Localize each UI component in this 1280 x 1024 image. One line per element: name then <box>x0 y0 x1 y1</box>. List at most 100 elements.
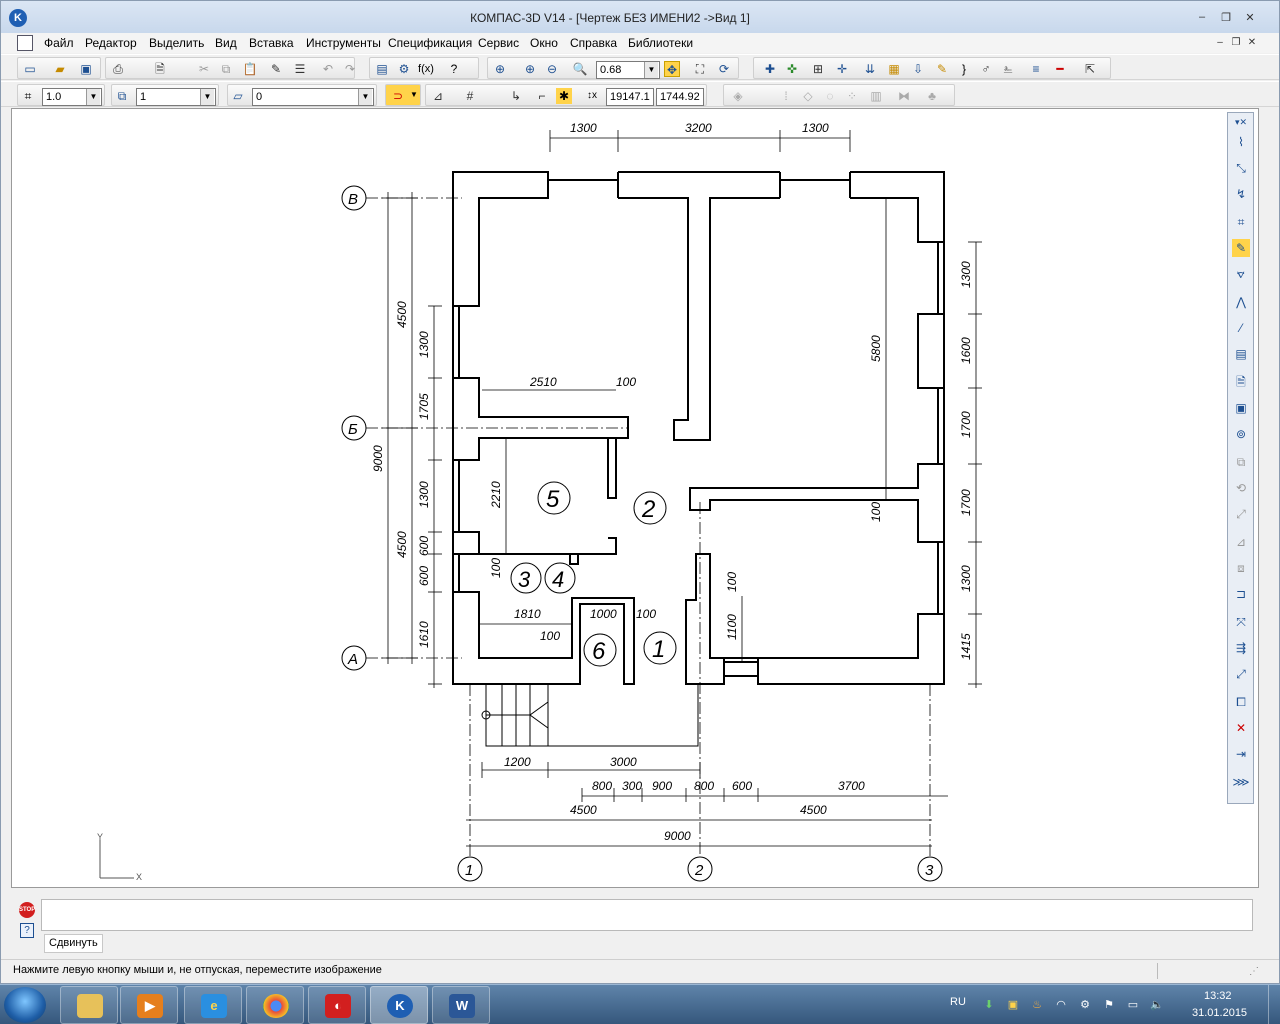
start-button[interactable] <box>4 987 46 1023</box>
insert-point-icon[interactable]: ✛ <box>834 61 850 77</box>
snap-icon[interactable]: ✜ <box>784 61 800 77</box>
properties-icon[interactable]: ☰ <box>292 61 308 77</box>
copy-icon[interactable]: ⧉ <box>218 61 234 77</box>
trim-icon[interactable]: ⤧ <box>1232 613 1250 631</box>
tray-network-status-icon[interactable]: ◠ <box>1054 998 1068 1012</box>
ortho-mode-icon[interactable]: ⌐ <box>534 88 550 104</box>
fragment-icon[interactable]: ⧉ <box>1232 453 1250 471</box>
stop-icon[interactable]: STOP <box>19 902 35 918</box>
line-style-icon[interactable]: ≡ <box>1028 61 1044 77</box>
cursor-y-field[interactable]: 1744.92 <box>656 88 704 106</box>
document-icon[interactable] <box>17 35 33 51</box>
undo-icon[interactable]: ↶ <box>320 61 336 77</box>
equidistant-icon[interactable]: ⧠ <box>1232 693 1250 711</box>
export-icon[interactable]: ⇱ <box>1082 61 1098 77</box>
grid-icon[interactable]: # <box>462 88 478 104</box>
doc-close-button[interactable]: ✕ <box>1245 37 1259 49</box>
menu-select[interactable]: Выделить <box>149 36 204 50</box>
taskbar-chrome[interactable] <box>246 986 304 1024</box>
zoom-dropdown[interactable]: ▼ <box>644 62 658 78</box>
magnet-icon[interactable]: ⊃ <box>390 88 406 104</box>
menu-tools[interactable]: Инструменты <box>306 36 381 50</box>
reports-panel-icon[interactable]: 🗎 <box>1232 373 1250 391</box>
show-all-icon[interactable]: ⛶ <box>692 61 708 77</box>
selection-panel-icon[interactable]: ⋀ <box>1232 293 1250 311</box>
geometry-panel-icon[interactable]: ⌇ <box>1232 133 1250 151</box>
help-icon[interactable]: ? <box>20 923 34 938</box>
break-icon[interactable]: ⇶ <box>1232 639 1250 657</box>
rough-icon[interactable]: ♂ <box>978 61 994 77</box>
leader-icon[interactable]: ⇊ <box>862 61 878 77</box>
notation-panel-icon[interactable]: ↯ <box>1232 185 1250 203</box>
magnet-dropdown-icon[interactable]: ▼ <box>410 90 418 99</box>
local-cs-icon[interactable]: ↳ <box>508 88 524 104</box>
taskbar-kompas[interactable]: K <box>370 986 428 1024</box>
show-desktop-button[interactable] <box>1268 985 1280 1024</box>
doc-restore-button[interactable]: ❐ <box>1229 37 1243 49</box>
menu-specification[interactable]: Спецификация <box>388 36 472 50</box>
bracket-icon[interactable]: } <box>956 61 972 77</box>
doc-minimize-button[interactable]: – <box>1213 37 1227 49</box>
ortho-icon[interactable]: ⊿ <box>430 88 446 104</box>
menu-view[interactable]: Вид <box>215 36 237 50</box>
refresh-icon[interactable]: ⟳ <box>716 61 732 77</box>
style-field[interactable]: 0 <box>252 88 374 106</box>
spec-panel-icon[interactable]: ▤ <box>1232 345 1250 363</box>
clock-date[interactable]: 31.01.2015 <box>1192 1007 1247 1019</box>
menu-file[interactable]: Файл <box>44 36 74 50</box>
parametrization-panel-icon[interactable]: ✎ <box>1232 239 1250 257</box>
flag-icon[interactable]: ⚑ <box>1102 998 1116 1012</box>
cursor-x-field[interactable]: 19147.1 <box>606 88 654 106</box>
language-indicator[interactable]: RU <box>950 996 966 1008</box>
pan-icon[interactable]: ✥ <box>664 61 680 77</box>
floor-plan-drawing[interactable]: В Б А 1 2 3 5 2 3 4 6 1 1300 3200 1300 4… <box>12 109 1260 889</box>
redo-icon[interactable]: ↷ <box>342 61 358 77</box>
tray-app-icon[interactable]: ▣ <box>1006 998 1020 1012</box>
round-icon[interactable]: ✱ <box>556 88 572 104</box>
style-dropdown[interactable]: ▼ <box>358 89 372 105</box>
minimize-button[interactable]: – <box>1193 11 1211 25</box>
menu-help[interactable]: Справка <box>570 36 617 50</box>
tray-update-icon[interactable]: ⚙ <box>1078 998 1092 1012</box>
stamp-icon[interactable]: ⎁ <box>1000 61 1016 77</box>
tray-flash-icon[interactable]: ♨ <box>1030 998 1044 1012</box>
save-icon[interactable]: ▣ <box>78 61 94 77</box>
dimensions-panel-icon[interactable]: ⤡ <box>1232 159 1250 177</box>
scale-dropdown[interactable]: ▼ <box>86 89 100 105</box>
volume-icon[interactable]: 🔈 <box>1150 998 1164 1012</box>
zoom-scale-icon[interactable]: 🔍 <box>572 61 588 77</box>
zoom-in-icon[interactable]: ⊕ <box>522 61 538 77</box>
section-icon[interactable]: ⇩ <box>910 61 926 77</box>
symmetry-icon[interactable]: ⊿ <box>1232 533 1250 551</box>
menu-insert[interactable]: Вставка <box>249 36 294 50</box>
extend-icon[interactable]: ⤢ <box>1232 665 1250 683</box>
macro-icon[interactable]: ⋙ <box>1232 773 1250 791</box>
technical-req-icon[interactable]: ✎ <box>934 61 950 77</box>
network-icon[interactable]: ▭ <box>1126 998 1140 1012</box>
paste-icon[interactable]: 📋 <box>242 61 258 77</box>
format-brush-icon[interactable]: ✎ <box>268 61 284 77</box>
scale-tool-icon[interactable]: ⤢ <box>1232 505 1250 523</box>
variables-icon[interactable]: f(x) <box>418 61 434 77</box>
close-button[interactable]: ✕ <box>1241 11 1259 25</box>
delete-line-icon[interactable]: ━ <box>1052 61 1068 77</box>
menu-service[interactable]: Сервис <box>478 36 519 50</box>
insert-panel-icon[interactable]: ▣ <box>1232 399 1250 417</box>
clock-time[interactable]: 13:32 <box>1204 990 1232 1002</box>
cut-icon[interactable]: ✂ <box>196 61 212 77</box>
point-icon[interactable]: ✚ <box>762 61 778 77</box>
doc-manager-icon[interactable]: ▤ <box>374 61 390 77</box>
measure-panel-icon[interactable]: ⦡ <box>1232 265 1250 283</box>
taskbar-media-player[interactable]: ▶ <box>120 986 178 1024</box>
rotate-icon[interactable]: ⟲ <box>1232 479 1250 497</box>
table-icon[interactable]: ▦ <box>886 61 902 77</box>
open-folder-icon[interactable]: ▰ <box>52 61 68 77</box>
menu-libraries[interactable]: Библиотеки <box>628 36 693 50</box>
tray-download-icon[interactable]: ⬇ <box>982 998 996 1012</box>
print-icon[interactable]: ⎙ <box>110 61 126 77</box>
associative-view-icon[interactable]: ⁄ <box>1232 319 1250 337</box>
taskbar-ie[interactable]: e <box>184 986 242 1024</box>
new-document-icon[interactable]: ▭ <box>22 61 38 77</box>
pan-command-tab[interactable]: Сдвинуть <box>44 934 103 953</box>
taskbar-cdburner[interactable]: ◐ <box>308 986 366 1024</box>
